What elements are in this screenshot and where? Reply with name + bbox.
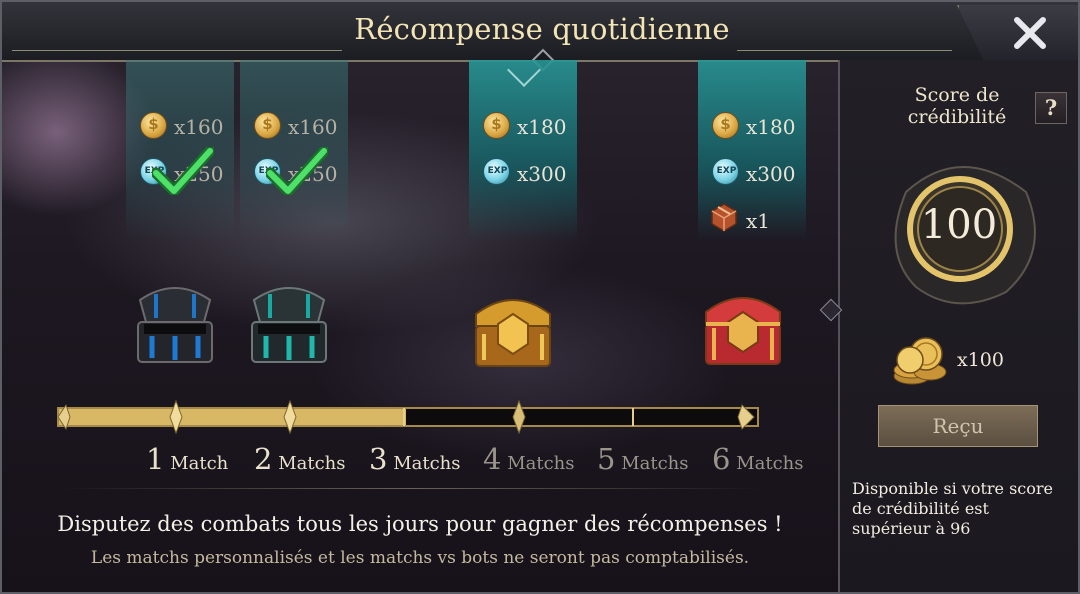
match-label-4: 4 Matchs (483, 442, 575, 476)
credibility-score-value: 100 (920, 202, 998, 248)
exp-icon (710, 158, 743, 185)
received-button[interactable]: Reçu (878, 405, 1038, 447)
match-label-3: 3 Matchs (369, 442, 461, 476)
daily-reward-dialog: Récompense quotidienne x160 x250 x160 x2… (0, 0, 1080, 594)
help-button[interactable]: ? (1035, 92, 1067, 124)
claimed-check-icon (152, 147, 214, 195)
dialog-title: Récompense quotidienne (354, 12, 730, 46)
daily-hint-text: Disputez des combats tous les jours pour… (57, 512, 783, 536)
divider (62, 488, 762, 489)
gold-amount: x180 (517, 115, 567, 139)
title-ornament-left (12, 50, 342, 51)
credibility-score-title: Score de crédibilité (907, 84, 1007, 128)
gold-amount: x160 (174, 115, 224, 139)
exp-amount: x300 (746, 162, 796, 186)
opened-chest-icon (251, 287, 327, 363)
gold-chest-icon (475, 299, 551, 367)
gold-coin-icon (712, 112, 739, 139)
red-chest-icon (705, 297, 781, 365)
credibility-reward-amount: x100 (957, 349, 1004, 371)
gold-coin-icon (140, 112, 167, 139)
title-ornament-right (737, 50, 952, 51)
gold-coin-stack-icon (893, 337, 947, 385)
item-amount: x1 (746, 209, 771, 233)
item-crate-icon (711, 203, 737, 232)
opened-chest-icon (137, 287, 213, 363)
reward-banner-match-4 (469, 53, 577, 240)
exp-icon (481, 158, 514, 185)
match-progress-bar (57, 400, 759, 434)
credibility-condition-text: Disponible si votre score de crédibilité… (852, 479, 1054, 538)
claimed-check-icon (266, 147, 328, 195)
match-label-5: 5 Matchs (597, 442, 689, 476)
progress-node (512, 400, 526, 434)
exp-amount: x300 (517, 162, 567, 186)
exclusion-note-text: Les matchs personnalisés et les matchs v… (90, 548, 750, 568)
gold-amount: x160 (288, 115, 338, 139)
match-label-2: 2 Matchs (254, 442, 346, 476)
close-icon[interactable] (1012, 15, 1048, 51)
progress-node (169, 400, 183, 434)
gold-amount: x180 (746, 115, 796, 139)
match-label-1: 1 Match (146, 442, 229, 476)
progress-fill (59, 409, 406, 425)
gold-coin-icon (254, 112, 281, 139)
progress-node (283, 400, 297, 434)
gold-coin-icon (483, 112, 510, 139)
match-label-6: 6 Matchs (712, 442, 804, 476)
